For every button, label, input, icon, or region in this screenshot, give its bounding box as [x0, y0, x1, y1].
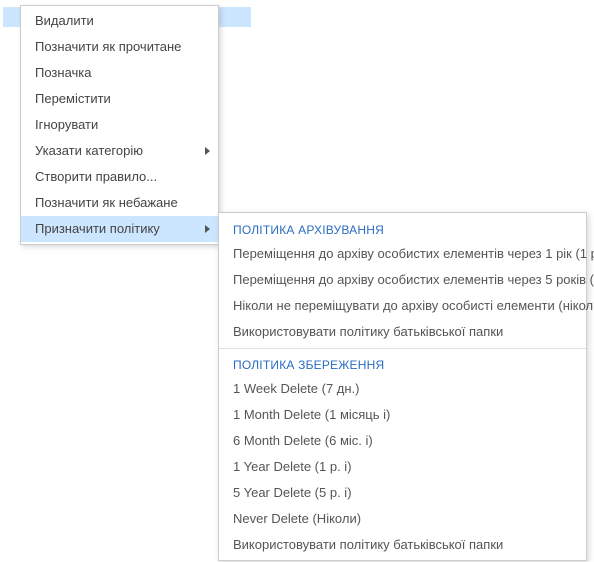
menu-item-assign-policy[interactable]: Призначити політику: [21, 216, 218, 242]
archive-policy-option[interactable]: Ніколи не переміщувати до архіву особист…: [219, 293, 586, 319]
menu-divider: [219, 348, 586, 349]
archive-policy-option[interactable]: Переміщення до архіву особистих елементі…: [219, 241, 586, 267]
menu-item-move[interactable]: Перемістити: [21, 86, 218, 112]
policy-submenu: ПОЛІТИКА АРХІВУВАННЯ Переміщення до архі…: [218, 212, 587, 561]
menu-item-label: Ігнорувати: [35, 117, 98, 132]
option-label: Never Delete (Ніколи): [233, 511, 361, 526]
menu-item-mark-junk[interactable]: Позначити як небажане: [21, 190, 218, 216]
menu-item-create-rule[interactable]: Створити правило...: [21, 164, 218, 190]
archive-policy-header: ПОЛІТИКА АРХІВУВАННЯ: [219, 217, 586, 241]
menu-item-label: Створити правило...: [35, 169, 157, 184]
retention-policy-option[interactable]: 6 Month Delete (6 міс. і): [219, 428, 586, 454]
option-label: 1 Week Delete (7 дн.): [233, 381, 360, 396]
menu-item-label: Позначити як небажане: [35, 195, 178, 210]
option-label: 5 Year Delete (5 р. і): [233, 485, 352, 500]
menu-item-label: Позначка: [35, 65, 92, 80]
menu-item-label: Указати категорію: [35, 143, 143, 158]
retention-policy-option[interactable]: Never Delete (Ніколи): [219, 506, 586, 532]
menu-item-ignore[interactable]: Ігнорувати: [21, 112, 218, 138]
option-label: Використовувати політику батьківської па…: [233, 324, 503, 339]
chevron-right-icon: [205, 225, 210, 233]
retention-policy-option[interactable]: Використовувати політику батьківської па…: [219, 532, 586, 558]
menu-item-delete[interactable]: Видалити: [21, 8, 218, 34]
chevron-right-icon: [205, 147, 210, 155]
retention-policy-option[interactable]: 1 Week Delete (7 дн.): [219, 376, 586, 402]
menu-item-label: Видалити: [35, 13, 94, 28]
option-label: 1 Month Delete (1 місяць і): [233, 407, 390, 422]
option-label: Переміщення до архіву особистих елементі…: [233, 246, 594, 261]
retention-policy-option[interactable]: 5 Year Delete (5 р. і): [219, 480, 586, 506]
retention-policy-option[interactable]: 1 Year Delete (1 р. і): [219, 454, 586, 480]
context-menu: Видалити Позначити як прочитане Позначка…: [20, 5, 219, 245]
option-label: Використовувати політику батьківської па…: [233, 537, 503, 552]
menu-item-categorize[interactable]: Указати категорію: [21, 138, 218, 164]
retention-policy-header: ПОЛІТИКА ЗБЕРЕЖЕННЯ: [219, 352, 586, 376]
archive-policy-option[interactable]: Використовувати політику батьківської па…: [219, 319, 586, 345]
option-label: 1 Year Delete (1 р. і): [233, 459, 352, 474]
menu-item-flag[interactable]: Позначка: [21, 60, 218, 86]
archive-policy-option[interactable]: Переміщення до архіву особистих елементі…: [219, 267, 586, 293]
menu-item-mark-read[interactable]: Позначити як прочитане: [21, 34, 218, 60]
option-label: 6 Month Delete (6 міс. і): [233, 433, 373, 448]
option-label: Ніколи не переміщувати до архіву особист…: [233, 298, 594, 313]
menu-item-label: Перемістити: [35, 91, 111, 106]
menu-item-label: Позначити як прочитане: [35, 39, 181, 54]
option-label: Переміщення до архіву особистих елементі…: [233, 272, 594, 287]
menu-item-label: Призначити політику: [35, 221, 160, 236]
retention-policy-option[interactable]: 1 Month Delete (1 місяць і): [219, 402, 586, 428]
